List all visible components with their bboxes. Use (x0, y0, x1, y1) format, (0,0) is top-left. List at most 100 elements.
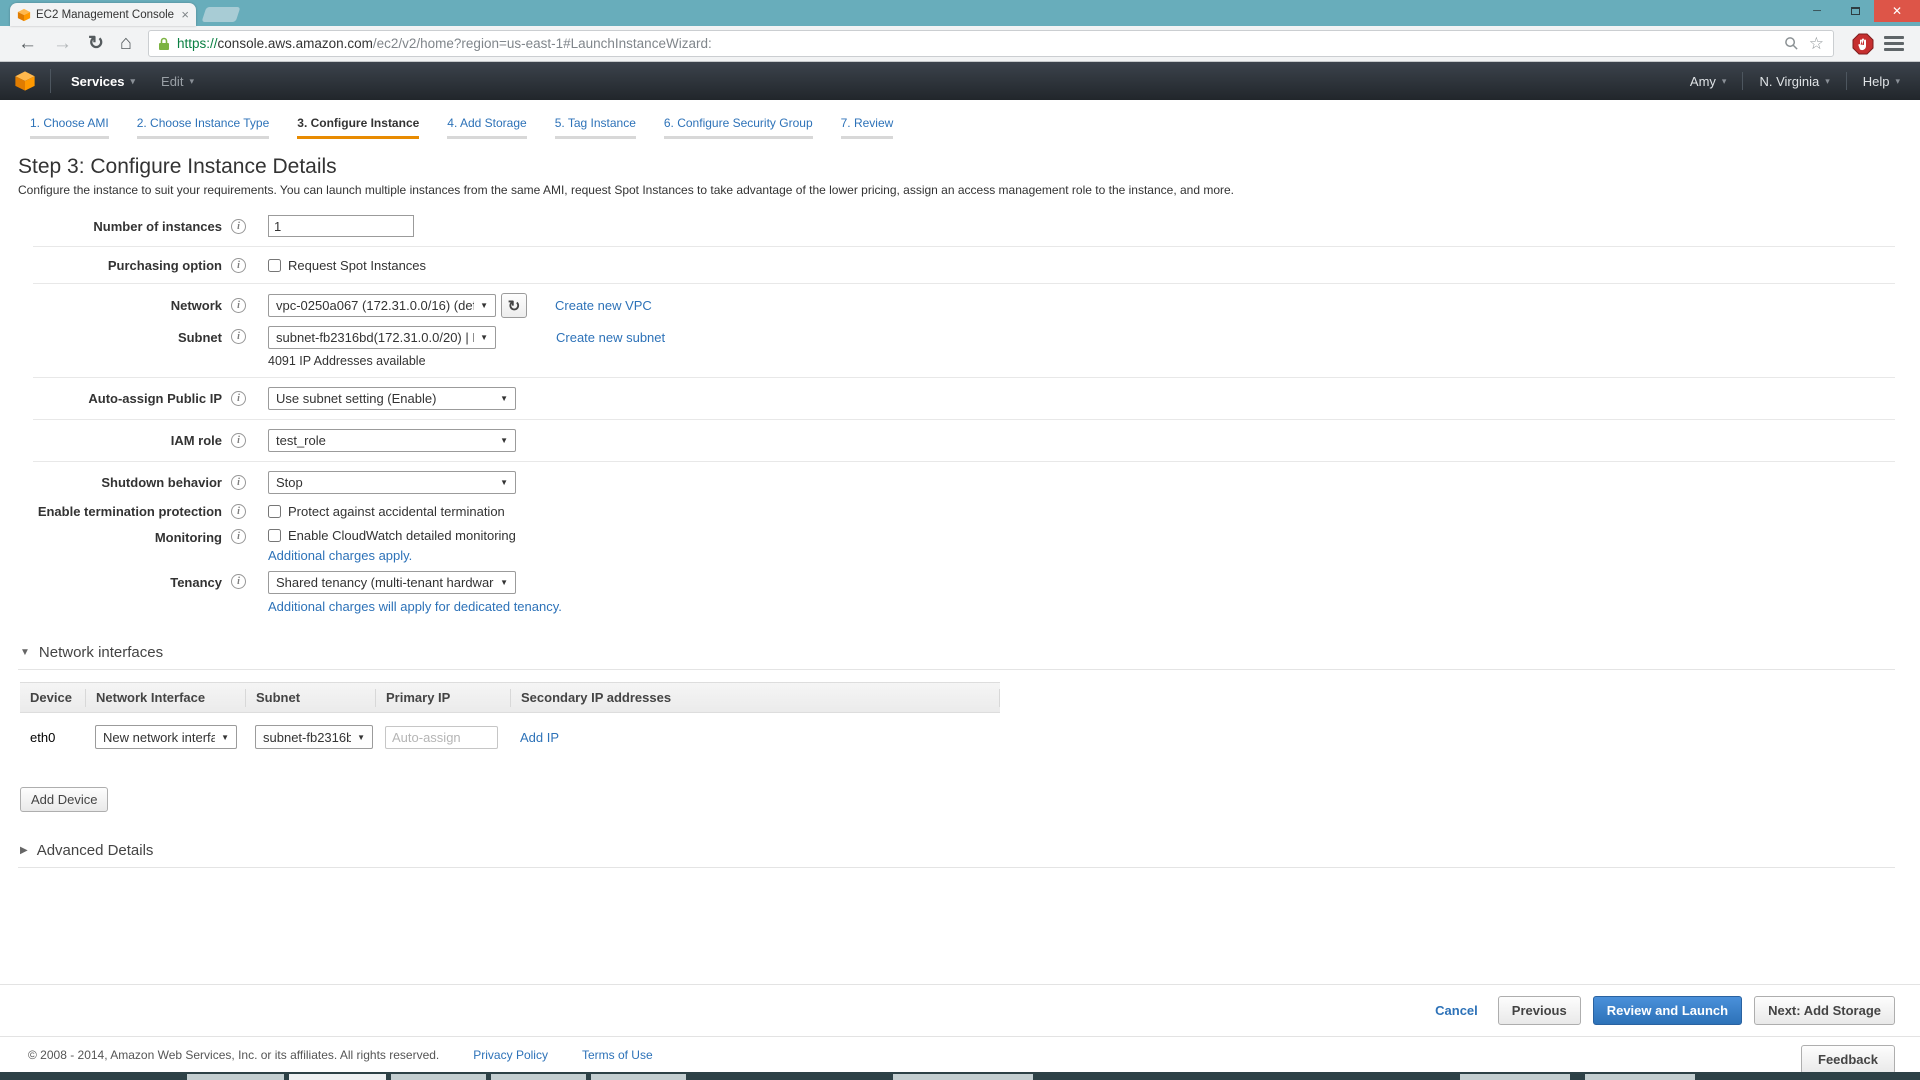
request-spot-instances-checkbox[interactable] (268, 259, 281, 272)
create-new-vpc-link[interactable]: Create new VPC (555, 298, 652, 313)
tab-title: EC2 Management Console (36, 9, 181, 21)
tab-close-icon[interactable]: × (181, 8, 189, 21)
chevron-down-icon: ▼ (500, 394, 508, 403)
feedback-button[interactable]: Feedback (1801, 1045, 1895, 1074)
taskbar-app-button (1460, 1074, 1570, 1080)
row-subnet-select[interactable]: subnet-fb2316b ▼ (255, 725, 373, 749)
configure-instance-form: Number of instances i Purchasing option … (16, 211, 1920, 618)
user-menu[interactable]: Amy ▾ (1684, 74, 1733, 89)
wizard-action-bar: Cancel Previous Review and Launch Next: … (0, 984, 1920, 1025)
dedicated-tenancy-charges-link[interactable]: Additional charges will apply for dedica… (268, 599, 562, 614)
triangle-closed-icon: ▶ (20, 845, 28, 856)
window-minimize-button[interactable]: ─ (1798, 0, 1836, 22)
previous-button[interactable]: Previous (1498, 996, 1581, 1025)
edit-menu[interactable]: Edit ▾ (155, 74, 200, 89)
info-icon[interactable]: i (231, 504, 246, 519)
subnet-select-value: subnet-fb2316bd(172.31.0.0/20) | Default… (276, 330, 474, 345)
url-bar[interactable]: https://console.aws.amazon.com/ec2/v2/ho… (148, 30, 1834, 57)
chevron-down-icon: ▾ (1722, 76, 1727, 87)
info-icon[interactable]: i (231, 329, 246, 344)
window-restore-button[interactable] (1836, 0, 1874, 22)
reload-icon[interactable]: ↻ (88, 32, 104, 55)
info-icon[interactable]: i (231, 391, 246, 406)
cancel-link[interactable]: Cancel (1435, 1003, 1478, 1018)
row-network-interface-select[interactable]: New network interfac ▼ (95, 725, 237, 749)
tenancy-select[interactable]: Shared tenancy (multi-tenant hardware) ▼ (268, 571, 516, 594)
network-select[interactable]: vpc-0250a067 (172.31.0.0/16) (default) ▼ (268, 294, 496, 317)
divider (33, 377, 1895, 378)
add-device-button[interactable]: Add Device (20, 787, 108, 812)
aws-navbar: Services ▾ Edit ▾ Amy ▾ N. Virginia ▾ He… (0, 62, 1920, 100)
column-header-subnet: Subnet (245, 689, 375, 707)
terms-of-use-link[interactable]: Terms of Use (582, 1048, 653, 1062)
review-and-launch-button[interactable]: Review and Launch (1593, 996, 1742, 1025)
form-row-number-of-instances: Number of instances i (16, 211, 1920, 241)
number-of-instances-input[interactable] (268, 215, 414, 237)
info-icon[interactable]: i (231, 574, 246, 589)
home-icon[interactable]: ⌂ (120, 32, 132, 55)
network-label: Network (16, 298, 222, 313)
column-header-device: Device (20, 689, 85, 707)
info-icon[interactable]: i (231, 475, 246, 490)
info-icon[interactable]: i (231, 258, 246, 273)
monitoring-checkbox[interactable] (268, 529, 281, 542)
subnet-label: Subnet (16, 326, 222, 345)
shutdown-behavior-select[interactable]: Stop ▼ (268, 471, 516, 494)
primary-ip-input[interactable] (385, 726, 498, 749)
region-menu[interactable]: N. Virginia ▾ (1753, 74, 1835, 89)
advanced-details-title: Advanced Details (37, 842, 154, 859)
info-icon[interactable]: i (231, 219, 246, 234)
additional-charges-link[interactable]: Additional charges apply. (268, 548, 412, 563)
row-subnet-value: subnet-fb2316b (263, 730, 351, 745)
network-interfaces-section-header[interactable]: ▼ Network interfaces (20, 644, 1920, 661)
form-row-monitoring: Monitoring i Enable CloudWatch detailed … (16, 524, 1920, 567)
chevron-down-icon: ▼ (500, 578, 508, 587)
navbar-right: Amy ▾ N. Virginia ▾ Help ▾ (1684, 72, 1906, 90)
table-header-row: Device Network Interface Subnet Primary … (20, 682, 1000, 713)
monitoring-checkbox-label: Enable CloudWatch detailed monitoring (288, 528, 516, 543)
wizard-step-5-tag-instance[interactable]: 5. Tag Instance (555, 116, 636, 139)
privacy-policy-link[interactable]: Privacy Policy (473, 1048, 548, 1062)
taskbar-app-button (1585, 1074, 1695, 1080)
wizard-step-4-add-storage[interactable]: 4. Add Storage (447, 116, 526, 139)
number-of-instances-label: Number of instances (16, 219, 222, 234)
bookmark-star-icon[interactable]: ☆ (1809, 34, 1824, 54)
iam-role-label: IAM role (16, 433, 222, 448)
divider (33, 461, 1895, 462)
subnet-select[interactable]: subnet-fb2316bd(172.31.0.0/20) | Default… (268, 326, 496, 349)
termination-protection-checkbox[interactable] (268, 505, 281, 518)
stop-hand-extension-icon[interactable] (1852, 33, 1874, 55)
info-icon[interactable]: i (231, 433, 246, 448)
browser-tab[interactable]: EC2 Management Console × (10, 3, 196, 26)
info-icon[interactable]: i (231, 298, 246, 313)
browser-menu-icon[interactable] (1884, 33, 1904, 54)
shutdown-behavior-label: Shutdown behavior (16, 475, 222, 490)
divider (999, 689, 1000, 707)
wizard-step-2-choose-instance-type[interactable]: 2. Choose Instance Type (137, 116, 270, 139)
back-icon[interactable]: ← (18, 33, 37, 55)
refresh-vpc-button[interactable]: ↻ (501, 293, 527, 318)
create-new-subnet-link[interactable]: Create new subnet (556, 330, 665, 345)
search-icon[interactable] (1784, 36, 1799, 51)
wizard-step-6-configure-security-group[interactable]: 6. Configure Security Group (664, 116, 813, 139)
iam-role-value: test_role (276, 433, 326, 448)
aws-favicon (17, 8, 31, 22)
next-add-storage-button[interactable]: Next: Add Storage (1754, 996, 1895, 1025)
wizard-step-7-review[interactable]: 7. Review (841, 116, 894, 139)
chevron-down-icon: ▼ (357, 733, 365, 742)
auto-assign-public-ip-select[interactable]: Use subnet setting (Enable) ▼ (268, 387, 516, 410)
new-tab-button[interactable] (202, 7, 241, 22)
info-icon[interactable]: i (231, 529, 246, 544)
purchasing-option-label: Purchasing option (16, 258, 222, 273)
browser-titlebar: EC2 Management Console × ─ ✕ (0, 0, 1920, 26)
services-menu[interactable]: Services ▾ (65, 74, 141, 89)
advanced-details-section-header[interactable]: ▶ Advanced Details (20, 842, 1920, 859)
iam-role-select[interactable]: test_role ▼ (268, 429, 516, 452)
add-ip-link[interactable]: Add IP (520, 730, 559, 745)
aws-logo-icon[interactable] (14, 70, 36, 92)
chevron-down-icon: ▾ (131, 76, 136, 87)
window-close-button[interactable]: ✕ (1874, 0, 1920, 22)
help-menu[interactable]: Help ▾ (1857, 74, 1906, 89)
page-description: Configure the instance to suit your requ… (18, 183, 1920, 197)
wizard-step-1-choose-ami[interactable]: 1. Choose AMI (30, 116, 109, 139)
